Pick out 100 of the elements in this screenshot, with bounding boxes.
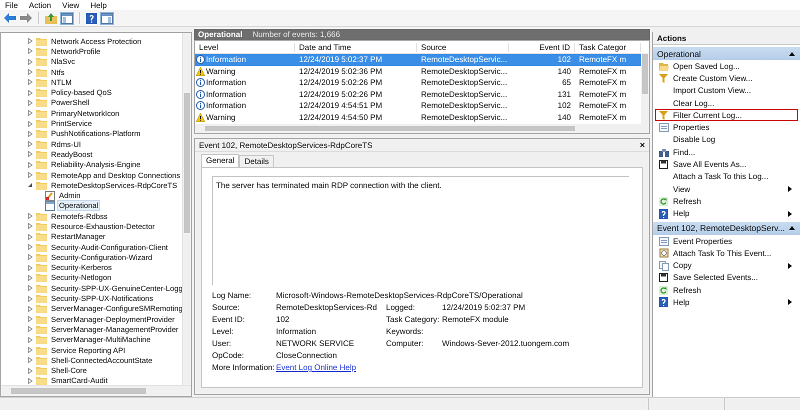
field-label: Logged: — [386, 303, 416, 312]
expander-icon[interactable] — [27, 347, 33, 354]
expander-icon[interactable] — [27, 100, 33, 106]
task-link[interactable]: Attach a Task To this Log... — [655, 170, 798, 183]
expander-icon[interactable] — [27, 264, 33, 271]
back-arrow-icon[interactable] — [4, 13, 16, 23]
horizontal-scrollbar[interactable] — [1, 385, 191, 396]
field-value: NETWORK SERVICE — [276, 339, 356, 348]
expander-icon[interactable] — [27, 38, 33, 44]
task-link[interactable]: Import Custom View... — [655, 84, 798, 97]
console-tree-icon[interactable] — [61, 12, 73, 24]
column-header[interactable]: Source — [417, 42, 509, 52]
task-link[interactable]: Save All Events As... — [655, 158, 798, 171]
column-header[interactable]: Task Categor — [575, 42, 641, 52]
expander-icon[interactable] — [27, 326, 33, 332]
menu-item[interactable]: Help — [90, 0, 107, 10]
help-link[interactable]: Event Log Online Help — [276, 363, 356, 372]
expander-icon[interactable] — [27, 69, 33, 76]
menu-item[interactable]: Action — [28, 0, 52, 10]
field-value: RemoteDesktopServices-Rd — [276, 303, 378, 312]
event-row[interactable]: Information 12/24/2019 4:54:51 PM RemoteDesktopServic... 102 RemoteFX m — [195, 100, 641, 112]
expander-icon[interactable] — [27, 368, 33, 374]
task-link[interactable]: Clear Log... — [655, 96, 798, 110]
expander-icon[interactable] — [27, 316, 33, 322]
task-link[interactable]: Filter Current Log... — [655, 109, 798, 122]
expander-icon[interactable] — [27, 182, 33, 188]
actions-title: Actions — [653, 32, 800, 45]
expander-icon[interactable] — [27, 79, 33, 86]
close-button[interactable]: × — [640, 140, 645, 150]
expander-icon[interactable] — [27, 274, 33, 281]
action-pane-icon[interactable] — [101, 12, 113, 24]
field-value: 102 — [276, 315, 290, 324]
expander-icon[interactable] — [27, 244, 33, 250]
task-link[interactable]: Save Selected Events... — [655, 272, 798, 284]
event-id-cell-text: 140 — [556, 112, 572, 122]
expander-icon[interactable] — [27, 378, 33, 384]
task-link[interactable]: Copy — [655, 259, 798, 272]
expander-icon[interactable] — [27, 141, 33, 148]
help-icon[interactable] — [86, 12, 97, 24]
folder-up-icon[interactable] — [45, 12, 57, 24]
task-category-cell-text: RemoteFX m — [578, 78, 628, 88]
event-row[interactable]: Information 12/24/2019 5:02:26 PM RemoteDesktopServic... 65 RemoteFX m — [195, 77, 641, 88]
section-header[interactable]: Operational — [653, 47, 800, 60]
task-link[interactable]: View — [655, 182, 798, 196]
expander-icon[interactable] — [27, 48, 33, 54]
expander-icon[interactable] — [27, 357, 33, 364]
date-cell-text: 12/24/2019 5:02:26 PM — [298, 78, 384, 88]
folder-icon — [36, 170, 47, 180]
menu-item[interactable]: View — [62, 0, 80, 10]
expander-icon[interactable] — [27, 336, 33, 343]
task-link[interactable]: Refresh — [655, 284, 798, 296]
expander-icon[interactable] — [27, 110, 33, 116]
refresh-icon — [659, 286, 668, 295]
expander-icon[interactable] — [27, 130, 33, 137]
expander-icon[interactable] — [27, 172, 33, 178]
section-header[interactable]: Event 102, RemoteDesktopServ... — [653, 222, 800, 235]
expander-icon[interactable] — [27, 223, 33, 230]
forward-arrow-icon[interactable] — [20, 13, 32, 23]
section-title: Operational — [657, 48, 701, 58]
task-link[interactable]: Properties — [655, 121, 798, 134]
expander-icon[interactable] — [27, 162, 33, 168]
event-row[interactable]: Information 12/24/2019 5:02:26 PM RemoteDesktopServic... 131 RemoteFX m — [195, 88, 641, 100]
refresh-icon — [659, 196, 668, 206]
expander-icon[interactable] — [27, 285, 33, 292]
task-link[interactable]: Disable Log — [655, 134, 798, 146]
task-link[interactable]: Create Custom View... — [655, 72, 798, 85]
column-header[interactable]: Event ID — [509, 42, 575, 52]
expander-icon[interactable] — [27, 90, 33, 96]
horizontal-scrollbar[interactable] — [195, 124, 641, 133]
column-header[interactable]: Level — [195, 42, 295, 52]
properties-icon — [659, 236, 669, 246]
event-row[interactable]: Warning 12/24/2019 5:02:36 PM RemoteDesktopServic... 140 RemoteFX m — [195, 66, 641, 77]
expander-icon[interactable] — [27, 296, 33, 302]
help-icon — [659, 297, 668, 308]
tab[interactable]: General — [201, 154, 240, 167]
event-row[interactable]: Warning 12/24/2019 4:54:50 PM RemoteDesktopServic... 140 RemoteFX m — [195, 112, 641, 123]
folder-icon — [36, 284, 47, 293]
expander-icon[interactable] — [27, 254, 33, 260]
task-link[interactable]: Find... — [655, 146, 798, 158]
expander-icon[interactable] — [27, 213, 33, 220]
expander-icon[interactable] — [27, 306, 33, 312]
collapse-icon[interactable] — [789, 226, 795, 230]
expander-icon[interactable] — [27, 234, 33, 240]
folder-icon — [36, 346, 47, 355]
task-link[interactable]: Event Properties — [655, 234, 798, 248]
column-header[interactable]: Date and Time — [295, 42, 417, 52]
expander-icon[interactable] — [27, 120, 33, 127]
collapse-icon[interactable] — [789, 52, 795, 56]
expander-icon[interactable] — [27, 58, 33, 65]
task-link[interactable]: Help — [655, 208, 798, 220]
task-link[interactable]: Refresh — [655, 195, 798, 208]
tab[interactable]: Details — [239, 155, 274, 167]
task-link[interactable]: Help — [655, 296, 798, 309]
vertical-scrollbar[interactable] — [182, 33, 191, 385]
vertical-scrollbar[interactable] — [641, 53, 649, 133]
filter-icon — [659, 110, 668, 120]
task-link[interactable]: Attach Task To This Event... — [655, 247, 798, 260]
menu-item[interactable]: File — [5, 0, 18, 10]
expander-icon[interactable] — [27, 151, 33, 158]
task-link[interactable]: Open Saved Log... — [655, 60, 798, 72]
